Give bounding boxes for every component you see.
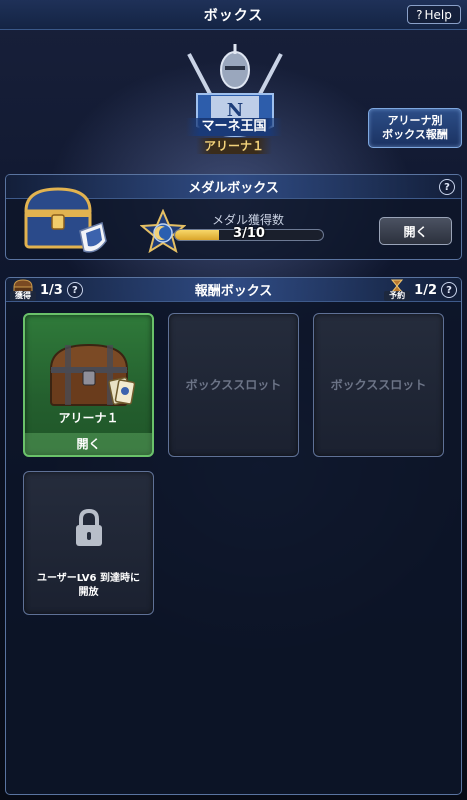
box-slot-label: ボックススロット xyxy=(185,378,282,392)
page-title: ボックス xyxy=(203,7,264,24)
reward-box-panel: 獲得 1/3 ? 報酬ボックス 予約 1/2 ? アリーナ１ 開く ボックススロ… xyxy=(5,277,462,795)
reward-box-title: 報酬ボックス xyxy=(194,284,273,299)
kingdom-name: マーネ王国 xyxy=(186,118,282,136)
reserve-indicator: 予約 1/2 ? xyxy=(384,279,457,301)
medal-progress-text: 3/10 xyxy=(233,226,265,241)
medal-help-icon[interactable]: ? xyxy=(439,179,455,195)
reward-slot-active[interactable]: アリーナ１ 開く xyxy=(23,313,154,457)
unlock-condition-line1: ユーザーLV6 到達時に xyxy=(37,573,140,584)
reserve-help-icon[interactable]: ? xyxy=(441,282,457,298)
acquired-tag: 獲得 xyxy=(10,291,36,301)
medal-open-button[interactable]: 開く xyxy=(379,217,452,245)
unlock-condition-text: ユーザーLV6 到達時に 開放 xyxy=(24,572,153,600)
medal-chest-icon xyxy=(24,187,107,253)
reward-box-header: 獲得 1/3 ? 報酬ボックス 予約 1/2 ? xyxy=(6,278,461,302)
arena-reward-list-button[interactable]: アリーナ別 ボックス報酬 xyxy=(368,108,462,148)
reward-slot-empty[interactable]: ボックススロット xyxy=(313,313,444,457)
arena-reward-line1: アリーナ別 xyxy=(387,114,443,127)
medal-box-title: メダルボックス xyxy=(188,181,279,196)
reserve-tag: 予約 xyxy=(384,291,411,301)
reserve-hourglass-icon: 予約 xyxy=(384,279,411,301)
box-slot-label: ボックススロット xyxy=(330,378,427,392)
acquired-chest-icon: 獲得 xyxy=(10,279,36,301)
lock-icon xyxy=(76,508,102,546)
wooden-chest-icon xyxy=(49,343,136,406)
help-button[interactable]: ? Help xyxy=(407,5,461,24)
slot-arena-label: アリーナ１ xyxy=(58,411,119,425)
reserve-count: 1/2 xyxy=(414,282,437,298)
unlock-condition-line2: 開放 xyxy=(78,587,99,598)
reward-slot-empty[interactable]: ボックススロット xyxy=(168,313,299,457)
top-bar: ボックス ? Help xyxy=(0,0,467,30)
acquired-help-icon[interactable]: ? xyxy=(66,282,83,298)
reward-slot-locked[interactable]: ユーザーLV6 到達時に 開放 xyxy=(23,471,154,615)
question-icon: ? xyxy=(416,7,423,22)
slot-open-button[interactable]: 開く xyxy=(25,433,152,455)
arena-reward-line2: ボックス報酬 xyxy=(382,128,448,141)
medal-box-panel: メダルボックス ? メダル獲得数 3/10 開く xyxy=(5,174,462,260)
arena-name: アリーナ１ xyxy=(196,138,272,154)
acquired-count: 1/3 xyxy=(40,282,63,298)
help-label: Help xyxy=(424,7,452,22)
acquired-indicator: 獲得 1/3 ? xyxy=(10,279,83,301)
